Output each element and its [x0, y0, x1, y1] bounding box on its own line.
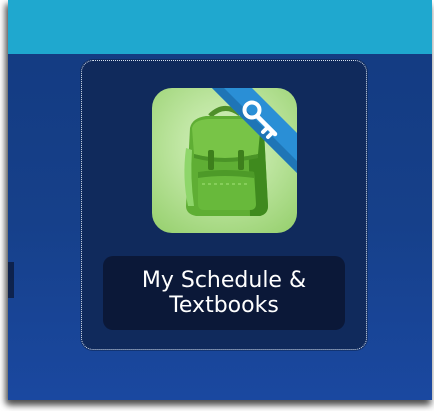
- key-badge-icon: [212, 88, 297, 173]
- panel-edge-mark: [8, 262, 14, 298]
- app-tile-label[interactable]: My Schedule & Textbooks: [103, 256, 345, 330]
- screen-frame: My Schedule & Textbooks: [0, 0, 434, 411]
- app-tile-label-line-1: My Schedule &: [141, 268, 307, 293]
- backpack-app-icon[interactable]: [152, 88, 297, 233]
- launcher-panel: My Schedule & Textbooks: [8, 0, 432, 400]
- app-tile-my-schedule-textbooks[interactable]: My Schedule & Textbooks: [81, 60, 367, 350]
- top-bar: [8, 0, 432, 54]
- app-tile-label-line-2: Textbooks: [169, 293, 279, 318]
